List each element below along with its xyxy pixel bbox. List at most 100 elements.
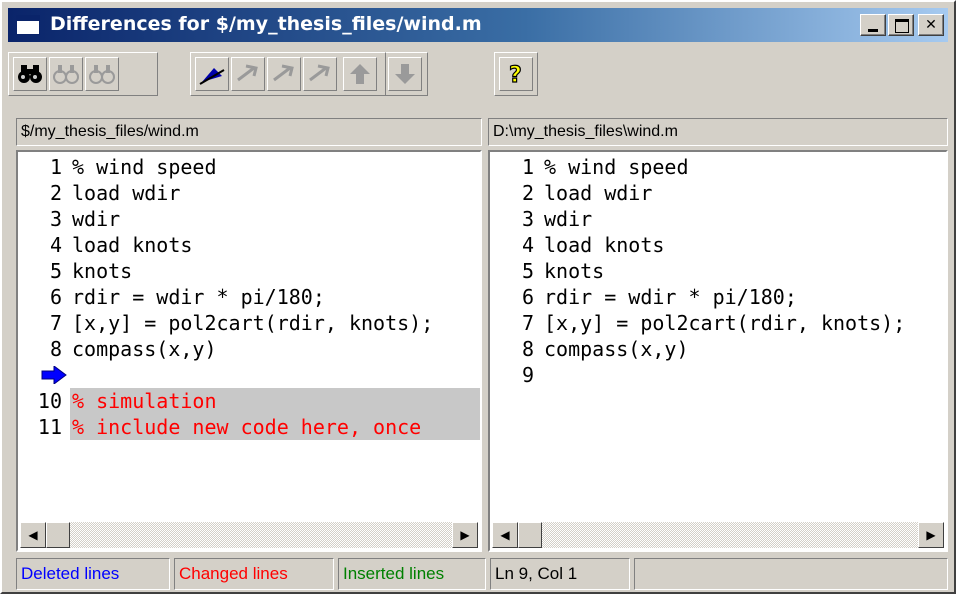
line-number: 11 (37, 415, 62, 439)
arrow-up-icon (350, 64, 370, 84)
line-text: compass(x,y) (544, 337, 689, 361)
line-text: rdir = wdir * pi/180; (72, 285, 325, 309)
scroll-right-button[interactable]: ▶ (918, 522, 944, 548)
right-horizontal-scrollbar[interactable]: ◀ ▶ (492, 522, 944, 548)
diff-window: Differences for $/my_thesis_files/wind.m… (0, 0, 956, 594)
diff-placeholder-line (490, 388, 946, 414)
arrow-down-icon (395, 64, 415, 84)
line-number: 10 (37, 389, 62, 413)
cursor-position: Ln 9, Col 1 (490, 558, 630, 590)
code-line[interactable]: 6 rdir = wdir * pi/180; (18, 284, 480, 310)
toolbar-group-edit (190, 52, 386, 96)
right-code-lines: 1% wind speed 2 load wdir 3 wdir 4 load knots 5… (490, 154, 946, 440)
legend-deleted-lines: Deleted lines (16, 558, 170, 590)
code-line[interactable]: 1 % wind speed (490, 154, 946, 180)
code-line[interactable]: 5 knots (490, 258, 946, 284)
line-number: 1 (521, 155, 534, 179)
line-text: knots (544, 259, 605, 283)
line-number: 2 (49, 181, 62, 205)
status-empty-panel (634, 558, 948, 590)
find-prev-button[interactable] (85, 57, 119, 91)
find-button[interactable] (13, 57, 47, 91)
line-number: 7 (49, 311, 62, 335)
code-line[interactable]: 2 load wdir (490, 180, 946, 206)
minimize-button[interactable] (860, 14, 886, 36)
line-text: compass(x,y) (72, 337, 217, 361)
left-horizontal-scrollbar[interactable]: ◀ ▶ (20, 522, 478, 548)
line-text: load wdir (72, 181, 181, 205)
scroll-left-button[interactable]: ◀ (20, 522, 46, 548)
window-title: Differences for $/my_thesis_files/wind.m (50, 13, 482, 35)
help-button[interactable]: ? (499, 57, 533, 91)
line-number: 8 (49, 337, 62, 361)
find-next-button[interactable] (49, 57, 83, 91)
binoculars-next-icon (53, 65, 79, 84)
line-number: 4 (521, 233, 534, 257)
maximize-button[interactable] (888, 14, 914, 36)
copy-left-button[interactable] (231, 57, 265, 91)
help-icon: ? (508, 62, 522, 88)
line-text: load knots (72, 233, 193, 257)
scroll-thumb[interactable] (46, 522, 70, 548)
line-text: % simulation (70, 388, 480, 414)
code-line[interactable]: 11 % include new code here, once (18, 414, 480, 440)
code-line[interactable]: 8 compass(x,y) (18, 336, 480, 362)
line-number: 1 (49, 155, 62, 179)
line-text: % wind speed (72, 155, 217, 179)
window-icon (16, 15, 40, 35)
scroll-right-button[interactable]: ▶ (452, 522, 478, 548)
right-code-pane[interactable]: 1% wind speed 2 load wdir 3 wdir 4 load knots 5… (488, 150, 948, 552)
line-number: 3 (49, 207, 62, 231)
code-line[interactable]: 10 % simulation (18, 388, 480, 414)
line-text: knots (72, 259, 133, 283)
edit-button[interactable] (195, 57, 229, 91)
line-number: 8 (521, 337, 534, 361)
code-line[interactable]: 5 knots (18, 258, 480, 284)
line-number: 9 (521, 363, 534, 387)
code-line[interactable]: 1 % wind speed (18, 154, 480, 180)
copy-right-button[interactable] (267, 57, 301, 91)
code-line[interactable]: 9 (490, 362, 946, 388)
line-number: 7 (521, 311, 534, 335)
code-line[interactable]: 7 [x,y] = pol2cart(rdir, knots); (490, 310, 946, 336)
code-line[interactable]: 7 [x,y] = pol2cart(rdir, knots); (18, 310, 480, 336)
line-number: 5 (521, 259, 534, 283)
line-number: 3 (521, 207, 534, 231)
line-number: 5 (49, 259, 62, 283)
toolbar: ? (8, 52, 948, 96)
left-code-pane[interactable]: 1 % wind speed 2 load wdir 3 wdir 4 load knots 5… (16, 150, 482, 552)
diff-placeholder-line (490, 414, 946, 440)
binoculars-prev-icon (89, 65, 115, 84)
code-line[interactable]: 2 load wdir (18, 180, 480, 206)
next-difference-button[interactable] (388, 57, 422, 91)
previous-difference-button[interactable] (343, 57, 377, 91)
code-line[interactable]: 3 wdir (18, 206, 480, 232)
code-line[interactable]: 4 load knots (490, 232, 946, 258)
line-text: load knots (544, 233, 665, 257)
line-text: wdir (544, 207, 593, 231)
scroll-left-button[interactable]: ◀ (492, 522, 518, 548)
scroll-thumb[interactable] (518, 522, 542, 548)
code-line[interactable]: 4 load knots (18, 232, 480, 258)
line-text: load wdir (544, 181, 653, 205)
line-text: rdir = wdir * pi/180; (544, 285, 797, 309)
current-line-arrow-icon (41, 366, 67, 384)
code-line[interactable]: 3 wdir (490, 206, 946, 232)
code-line[interactable]: 9 (18, 362, 480, 388)
close-button[interactable]: ✕ (918, 14, 944, 36)
left-file-path: $/my_thesis_files/wind.m (16, 118, 482, 146)
svg-text:?: ? (509, 63, 522, 88)
legend-changed-lines: Changed lines (174, 558, 334, 590)
line-text: [x,y] = pol2cart(rdir, knots); (72, 311, 434, 335)
merge-all-button[interactable] (303, 57, 337, 91)
line-number: 6 (521, 285, 534, 309)
title-bar[interactable]: Differences for $/my_thesis_files/wind.m… (8, 8, 948, 42)
merge-arrow-icon (309, 64, 330, 82)
code-line[interactable]: 8 compass(x,y) (490, 336, 946, 362)
toolbar-group-find (8, 52, 158, 96)
legend-inserted-lines: Inserted lines (338, 558, 486, 590)
code-line[interactable]: 6 rdir = wdir * pi/180; (490, 284, 946, 310)
right-file-path: D:\my_thesis_files\wind.m (488, 118, 948, 146)
line-number: 6 (49, 285, 62, 309)
binoculars-icon (18, 65, 42, 83)
